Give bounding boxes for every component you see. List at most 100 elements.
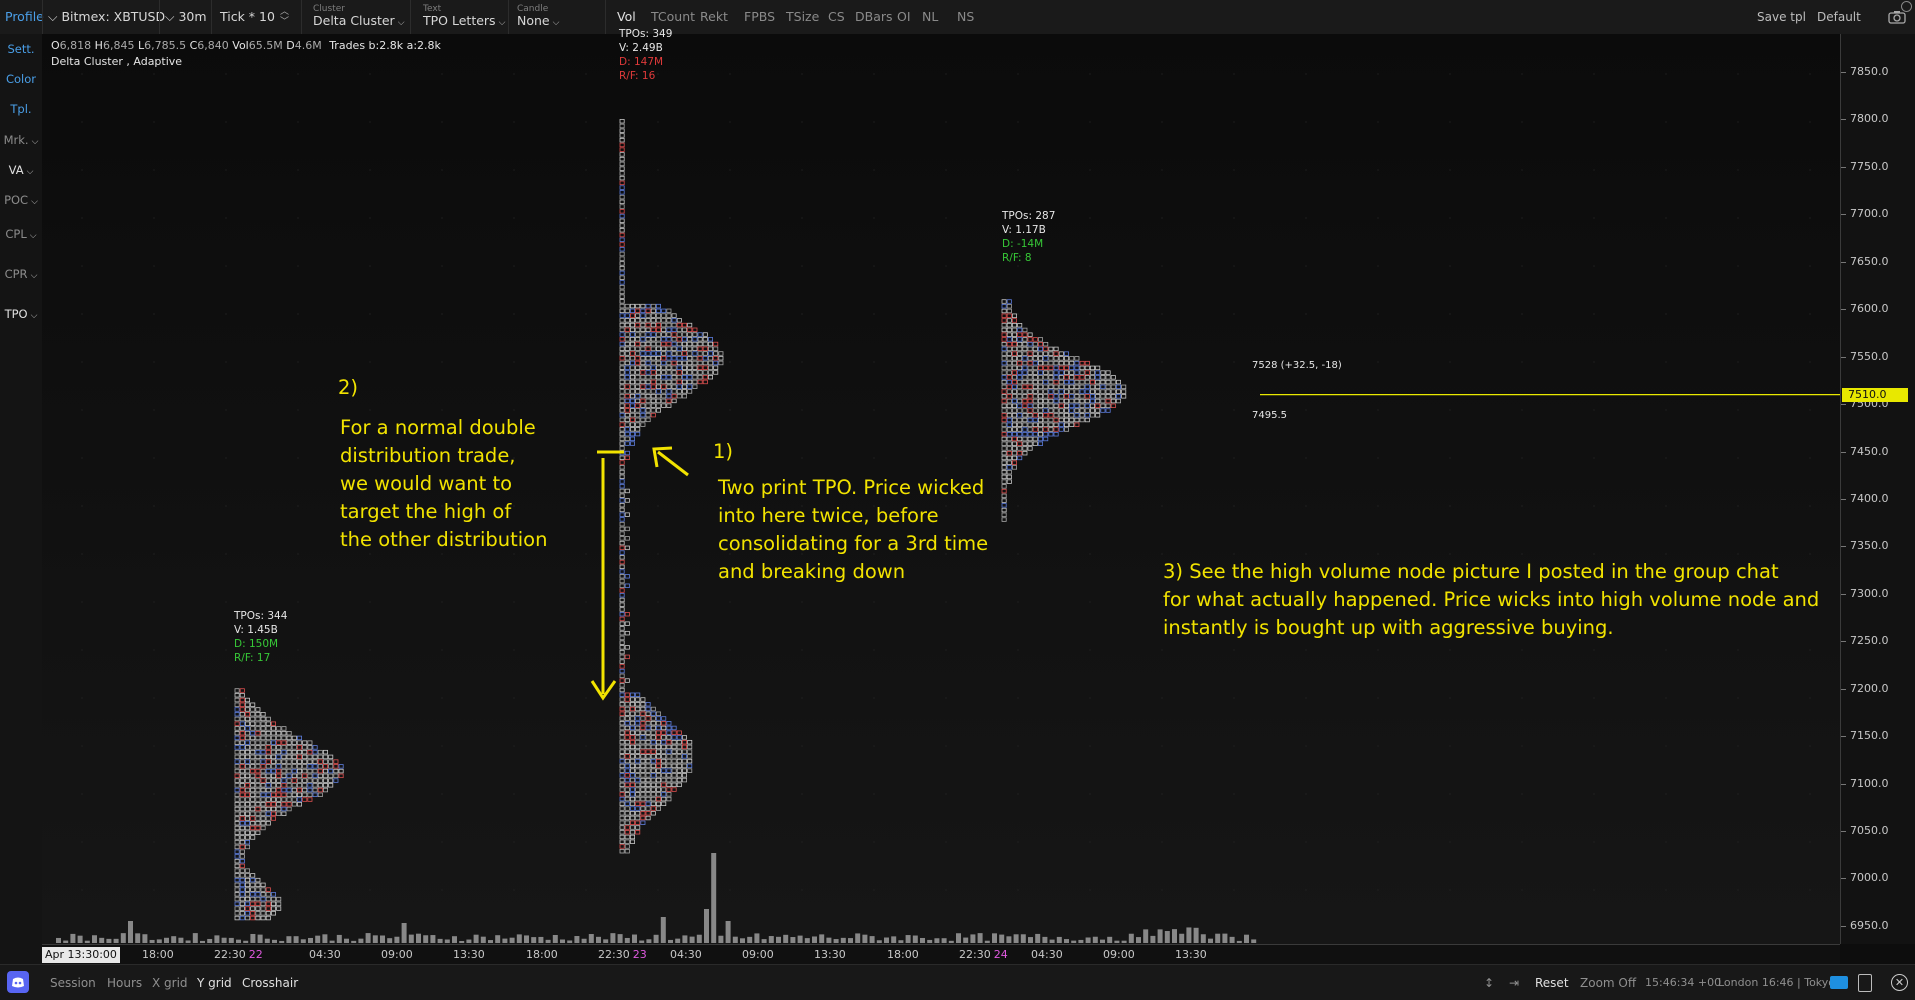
grid-dot xyxy=(1521,73,1523,75)
tpo-letter xyxy=(1017,427,1023,432)
tpo-letter xyxy=(661,739,667,745)
time-axis[interactable]: Apr 13:30:00 18:00 22:30 22 04:30 09:00 13:30… xyxy=(42,944,1840,965)
tpo-letter xyxy=(1001,323,1007,328)
toggle-cs[interactable]: CS xyxy=(828,9,845,24)
volume-bar xyxy=(632,934,637,943)
volume-bar xyxy=(423,935,429,943)
toggle-rekt[interactable]: Rekt xyxy=(700,9,728,24)
volume-bar xyxy=(970,934,976,943)
profile-tab[interactable]: Profile xyxy=(5,0,44,34)
tpo-letter xyxy=(234,754,240,760)
toggle-tcount[interactable]: TCount xyxy=(651,9,695,24)
cluster-selector[interactable]: Cluster Delta Cluster ⌵ xyxy=(313,0,405,34)
sidebar-item-cpr[interactable]: CPR ⌵ xyxy=(0,267,42,281)
tpo-letter xyxy=(650,758,656,764)
tpo-letter xyxy=(281,730,287,736)
sidebar-item-color[interactable]: Color xyxy=(0,72,42,86)
crosshair-toggle[interactable]: Crosshair xyxy=(242,976,298,990)
tpo-letter xyxy=(624,787,630,792)
text-selector[interactable]: Text TPO Letters ⌵ xyxy=(423,0,505,34)
tpo-letter xyxy=(645,389,651,394)
scroll-to-end-icon[interactable]: ⇥ xyxy=(1509,976,1519,990)
grid-dot xyxy=(369,697,371,699)
tpo-letter xyxy=(666,379,672,385)
grid-dot xyxy=(873,361,875,363)
sidebar-item-cpl[interactable]: CPL ⌵ xyxy=(0,227,42,241)
tpo-letter xyxy=(1074,356,1080,361)
tpo-letter xyxy=(630,744,636,750)
toggle-oi[interactable]: OI xyxy=(897,9,911,24)
toggle-tsize[interactable]: TSize xyxy=(786,9,819,24)
tpo-letter xyxy=(307,797,313,802)
price-axis[interactable]: 7850.0 7800.0 7750.0 7700.0 7650.0 7600.0 7550… xyxy=(1840,34,1915,944)
symbol-selector[interactable]: ⌵ Bitmex: XBTUSD xyxy=(48,0,165,34)
tpo-letter xyxy=(666,389,672,394)
tick-size[interactable]: Tick * 10 xyxy=(220,0,275,34)
tpo-letter xyxy=(619,261,625,266)
save-template-button[interactable]: Save tpl xyxy=(1757,0,1806,34)
tpo-letter xyxy=(645,332,651,337)
tpo-letter xyxy=(291,787,297,793)
toggle-fpbs[interactable]: FPBS xyxy=(744,9,775,24)
grid-dot xyxy=(657,649,659,651)
reset-button[interactable]: Reset xyxy=(1535,976,1569,990)
top-toolbar: Profile ⌵ Bitmex: XBTUSD ⌵ 30m Tick * 10… xyxy=(0,0,1915,35)
folder-icon[interactable] xyxy=(1830,976,1848,989)
vertical-resize-icon[interactable]: ↕ xyxy=(1484,976,1494,990)
tpo-letter xyxy=(635,820,641,825)
tpo-letter xyxy=(1012,441,1018,446)
zoom-toggle[interactable]: Zoom Off xyxy=(1580,976,1636,990)
tpo-letter xyxy=(302,759,308,764)
tpo-letter xyxy=(619,204,625,209)
candle-selector[interactable]: Candle None ⌵ xyxy=(517,0,559,34)
sidebar-item-tpo[interactable]: TPO ⌵ xyxy=(0,307,42,321)
discord-icon[interactable] xyxy=(7,971,29,993)
tpo-letter xyxy=(1001,394,1007,399)
sidebar-item-value-area[interactable]: VA ⌵ xyxy=(0,163,42,177)
tpo-letter xyxy=(630,773,636,778)
x-grid-toggle[interactable]: X grid xyxy=(152,976,188,990)
tpo-letter xyxy=(1084,389,1090,394)
timeframe-selector[interactable]: ⌵ 30m xyxy=(165,0,207,34)
tpo-letter xyxy=(1017,365,1023,371)
tpo-letter xyxy=(619,332,625,337)
tpo-letter xyxy=(244,811,250,816)
y-grid-toggle[interactable]: Y grid xyxy=(197,976,232,990)
tpo-letter xyxy=(255,712,261,717)
sidebar-item-markers[interactable]: Mrk. ⌵ xyxy=(0,133,42,147)
tpo-letter xyxy=(687,384,693,389)
session-toggle[interactable]: Session xyxy=(50,976,96,990)
grid-dot xyxy=(1449,169,1451,171)
tpo-letter xyxy=(671,398,677,404)
tpo-letter xyxy=(635,754,641,759)
close-icon[interactable]: ✕ xyxy=(1891,974,1908,991)
toggle-vol[interactable]: Vol xyxy=(617,9,636,24)
tpo-letter xyxy=(260,745,266,750)
sidebar-item-poc[interactable]: POC ⌵ xyxy=(0,193,42,207)
clipboard-icon[interactable] xyxy=(1858,974,1872,992)
tpo-letter xyxy=(234,877,240,883)
sidebar-item-template[interactable]: Tpl. xyxy=(0,102,42,116)
settings-gear-icon[interactable] xyxy=(1901,1,1912,12)
tpo-letter xyxy=(1032,379,1038,385)
tpo-letter xyxy=(1017,394,1023,399)
tpo-letter xyxy=(1032,394,1038,399)
chart-canvas[interactable]: O6,818 H6,845 L6,785.5 C6,840 Vol65.5M D… xyxy=(42,28,1840,944)
toggle-dbars[interactable]: DBars xyxy=(855,9,893,24)
tick-stepper[interactable]: ︿ ﹀ xyxy=(280,0,289,34)
tpo-letter xyxy=(244,773,250,779)
tpo-letter xyxy=(702,337,708,342)
tpo-letter xyxy=(270,797,276,802)
toggle-nl[interactable]: NL xyxy=(922,9,938,24)
hours-toggle[interactable]: Hours xyxy=(107,976,142,990)
tpo-letter xyxy=(635,758,641,764)
tpo-letter xyxy=(302,764,308,769)
grid-dot xyxy=(657,697,659,699)
tpo-letter xyxy=(239,887,245,892)
sidebar-item-settings[interactable]: Sett. xyxy=(0,42,42,56)
toggle-ns[interactable]: NS xyxy=(957,9,974,24)
tpo-letter xyxy=(635,730,641,735)
tpo-letter xyxy=(650,412,656,418)
tpo-letter xyxy=(1006,417,1012,423)
default-template-button[interactable]: Default xyxy=(1817,0,1861,34)
